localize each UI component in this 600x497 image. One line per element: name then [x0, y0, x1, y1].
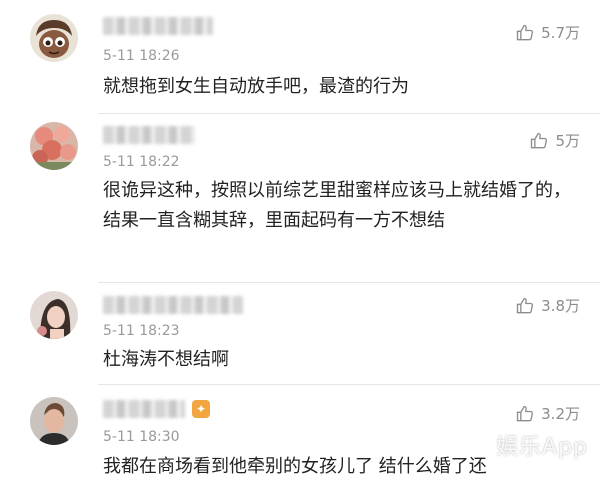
like-count: 3.2万 [541, 405, 580, 423]
like-count: 5.7万 [541, 24, 580, 42]
avatar[interactable] [30, 397, 78, 445]
vip-badge-icon: ✦ [192, 400, 210, 418]
avatar[interactable] [30, 14, 78, 62]
comment-item: 5-11 18:23 3.8万 杜海涛不想结啊 [0, 283, 600, 383]
comment-text: 很诡异这种，按照以前综艺里甜蜜样应该马上就结婚了的，结果一直含糊其辞，里面起码有… [103, 180, 571, 231]
comment-item: 5-11 18:22 5万 很诡异这种，按照以前综艺里甜蜜样应该马上就结婚了的，… [0, 114, 600, 282]
thumbs-up-icon [531, 132, 548, 148]
girl-photo-avatar-icon [30, 291, 78, 339]
comment-time: 5-11 18:23 [103, 323, 180, 339]
username-blurred[interactable] [103, 126, 195, 144]
comment-time: 5-11 18:26 [103, 48, 180, 64]
like-count: 3.8万 [541, 297, 580, 315]
thumbs-up-icon [516, 405, 534, 421]
comment-text: 杜海涛不想结啊 [103, 349, 229, 370]
comment-text: 就想拖到女生自动放手吧，最渣的行为 [103, 76, 409, 97]
watermark-text: 娱乐App [496, 435, 588, 460]
comment-time: 5-11 18:30 [103, 429, 180, 445]
like-button[interactable]: 5.7万 [515, 22, 580, 43]
thumbs-up-icon [516, 24, 534, 40]
like-button[interactable]: 5万 [529, 130, 580, 151]
username-blurred[interactable] [103, 296, 243, 314]
like-button[interactable]: 3.2万 [515, 403, 580, 424]
like-count: 5万 [555, 132, 580, 150]
like-button[interactable]: 3.8万 [515, 295, 580, 316]
cartoon-face-avatar-icon [30, 14, 78, 62]
avatar[interactable] [30, 122, 78, 170]
username-blurred[interactable] [103, 17, 213, 35]
avatar[interactable] [30, 291, 78, 339]
man-photo-avatar-icon [30, 397, 78, 445]
flower-avatar-icon [30, 122, 78, 170]
comment-time: 5-11 18:22 [103, 154, 180, 170]
thumbs-up-icon [516, 297, 534, 313]
username-blurred[interactable] [103, 400, 185, 418]
comment-item: 5-11 18:26 5.7万 就想拖到女生自动放手吧，最渣的行为 [0, 0, 600, 112]
